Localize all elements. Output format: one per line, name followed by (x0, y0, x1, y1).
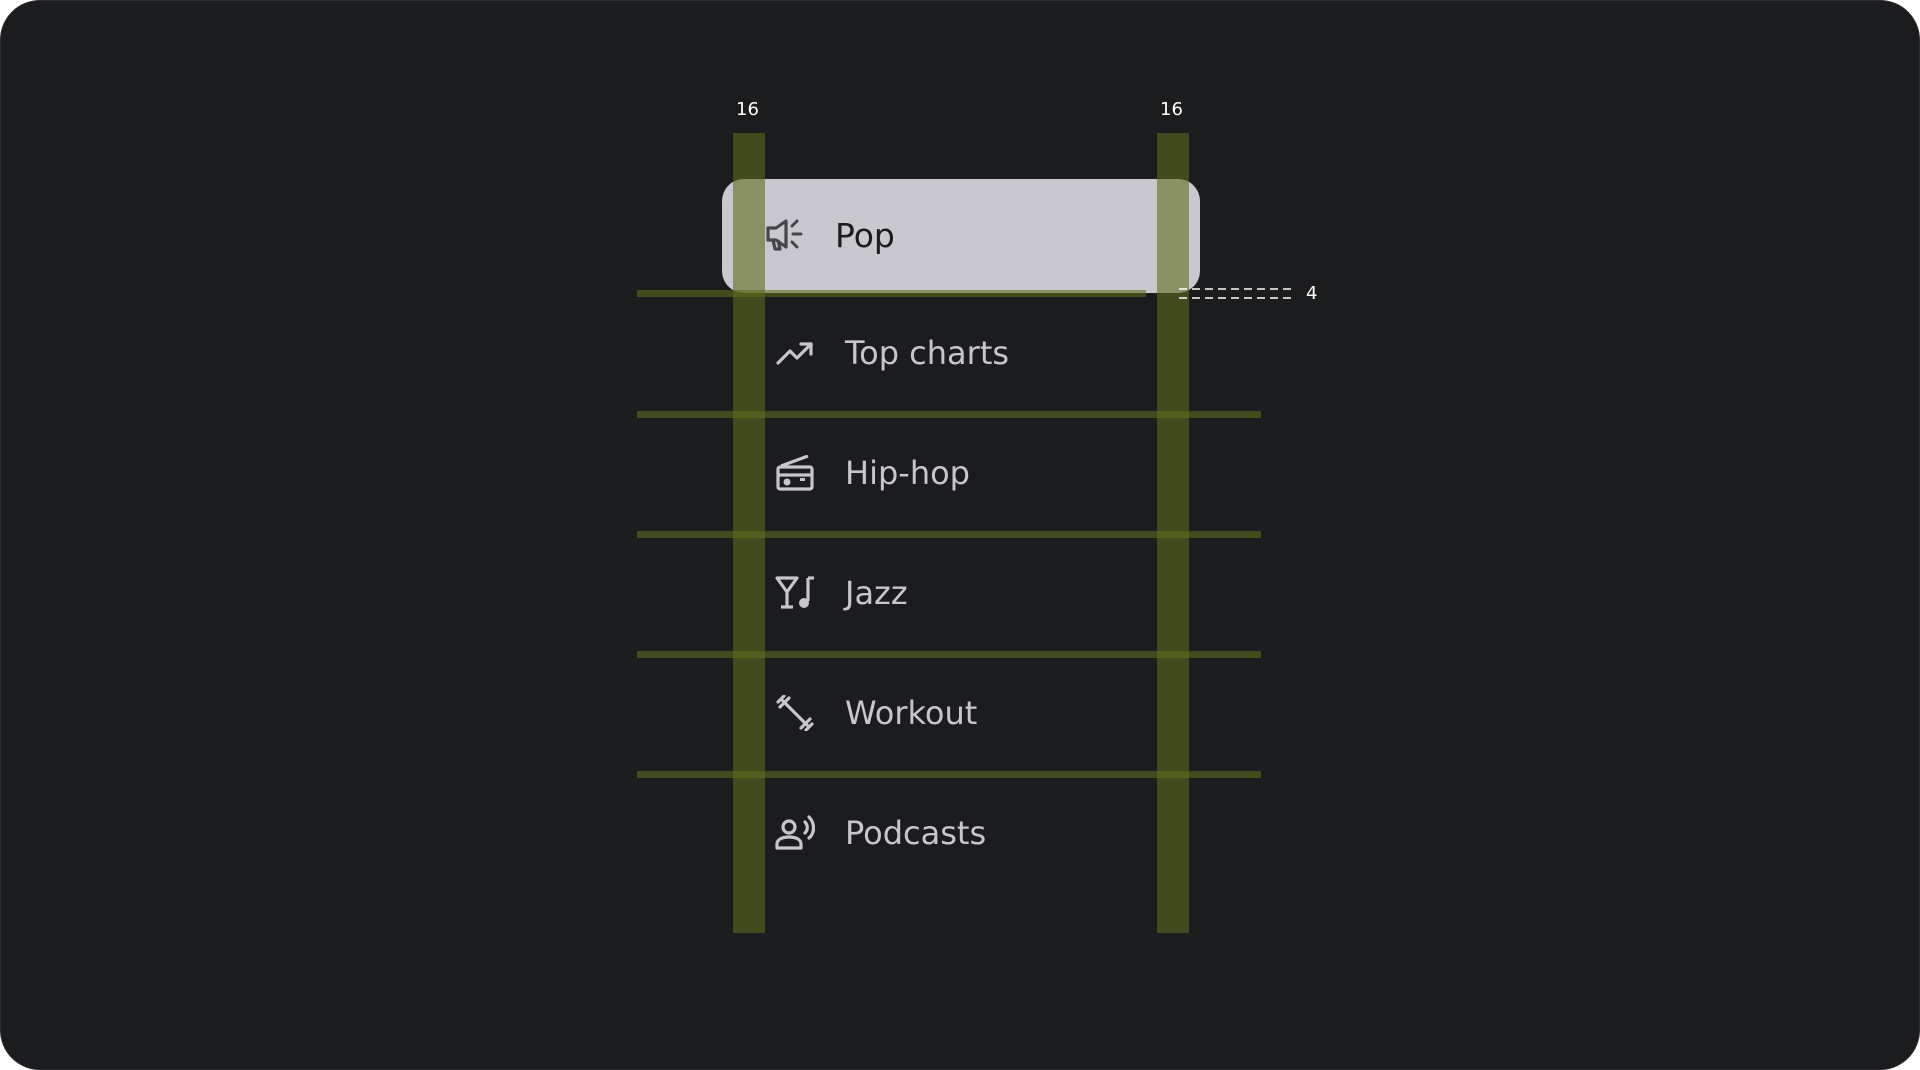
left-margin-label: 16 (736, 99, 759, 120)
campaign-icon (766, 219, 803, 251)
radio-icon (776, 455, 814, 491)
nav-item-podcasts[interactable]: Podcasts (765, 803, 1196, 863)
divider-guide (637, 651, 1261, 658)
right-margin-label: 16 (1160, 99, 1183, 120)
nav-item-label: Jazz (845, 574, 908, 612)
trending-up-icon (776, 342, 813, 365)
nav-item-label: Hip-hop (845, 454, 970, 492)
nav-item-pop[interactable]: Pop (722, 179, 1200, 293)
nav-item-label: Pop (835, 216, 895, 255)
app-frame: Pop Top charts Hip-hop Jazz Workout Podc… (0, 0, 1920, 1070)
nav-item-top-charts[interactable]: Top charts (765, 323, 1196, 383)
nav-item-hip-hop[interactable]: Hip-hop (765, 443, 1196, 503)
divider-guide (637, 411, 1261, 418)
fitness-icon (776, 695, 814, 731)
nav-item-jazz[interactable]: Jazz (765, 563, 1196, 623)
gap-label: 4 (1306, 283, 1318, 304)
spec-overlay (637, 133, 1293, 933)
nav-item-label: Podcasts (845, 814, 987, 852)
divider-guide (637, 771, 1261, 778)
nightlife-icon (775, 576, 814, 609)
record-voice-icon (775, 815, 815, 850)
nav-item-label: Top charts (845, 334, 1010, 372)
nav-item-workout[interactable]: Workout (765, 683, 1196, 743)
nav-item-label: Workout (845, 694, 978, 732)
divider-guide (637, 531, 1261, 538)
